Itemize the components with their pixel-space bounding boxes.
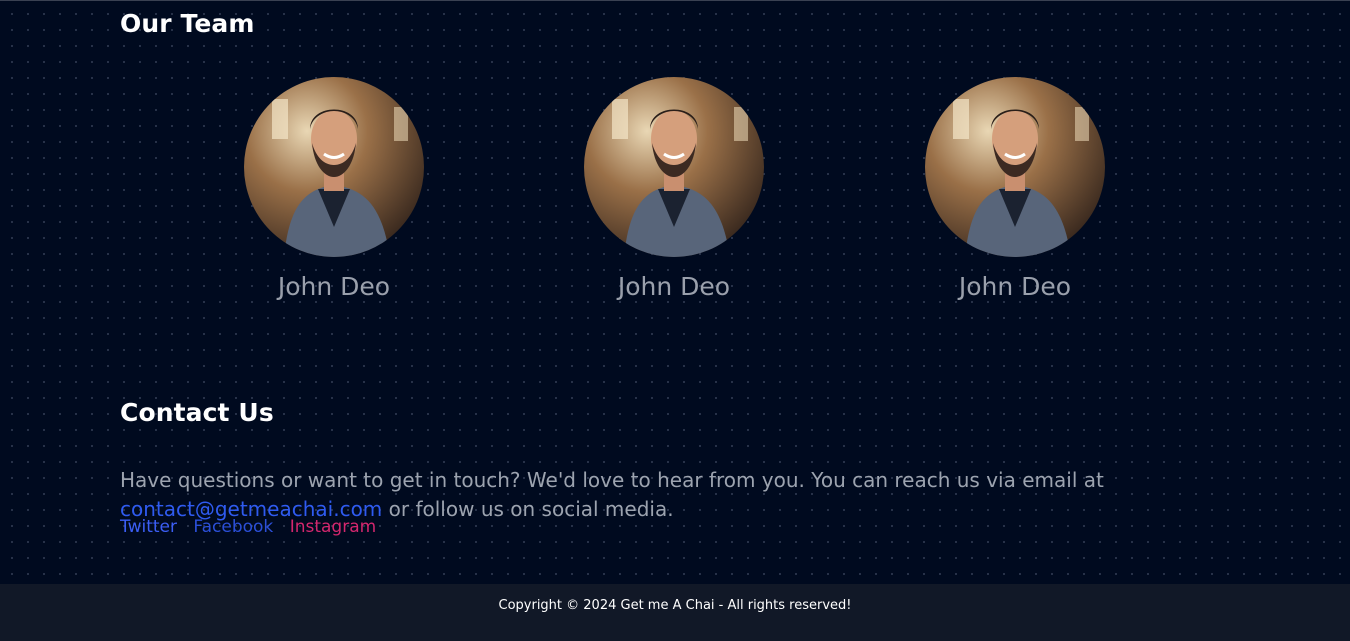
twitter-link[interactable]: Twitter	[120, 517, 177, 537]
team-member-name: John Deo	[958, 272, 1072, 301]
contact-description: Have questions or want to get in touch? …	[120, 466, 1120, 524]
contact-text-before: Have questions or want to get in touch? …	[120, 468, 1104, 492]
team-section-title: Our Team	[120, 9, 255, 38]
team-member-card: John Deo	[554, 77, 794, 301]
contact-section-title: Contact Us	[120, 398, 274, 427]
team-grid: John Deo John Deo John Deo	[120, 77, 1230, 317]
team-member-avatar	[584, 77, 764, 257]
site-footer: Copyright © 2024 Get me A Chai - All rig…	[0, 584, 1350, 641]
team-member-name: John Deo	[277, 272, 391, 301]
team-member-card: John Deo	[895, 77, 1135, 301]
facebook-link[interactable]: Facebook	[193, 517, 273, 537]
social-links: Twitter Facebook Instagram	[120, 517, 387, 537]
copyright-text: Copyright © 2024 Get me A Chai - All rig…	[498, 598, 852, 613]
team-member-avatar	[925, 77, 1105, 257]
top-border	[0, 0, 1350, 1]
contact-text-after: or follow us on social media.	[382, 497, 674, 521]
team-member-card: John Deo	[214, 77, 454, 301]
team-member-name: John Deo	[617, 272, 731, 301]
instagram-link[interactable]: Instagram	[290, 517, 377, 537]
team-member-avatar	[244, 77, 424, 257]
